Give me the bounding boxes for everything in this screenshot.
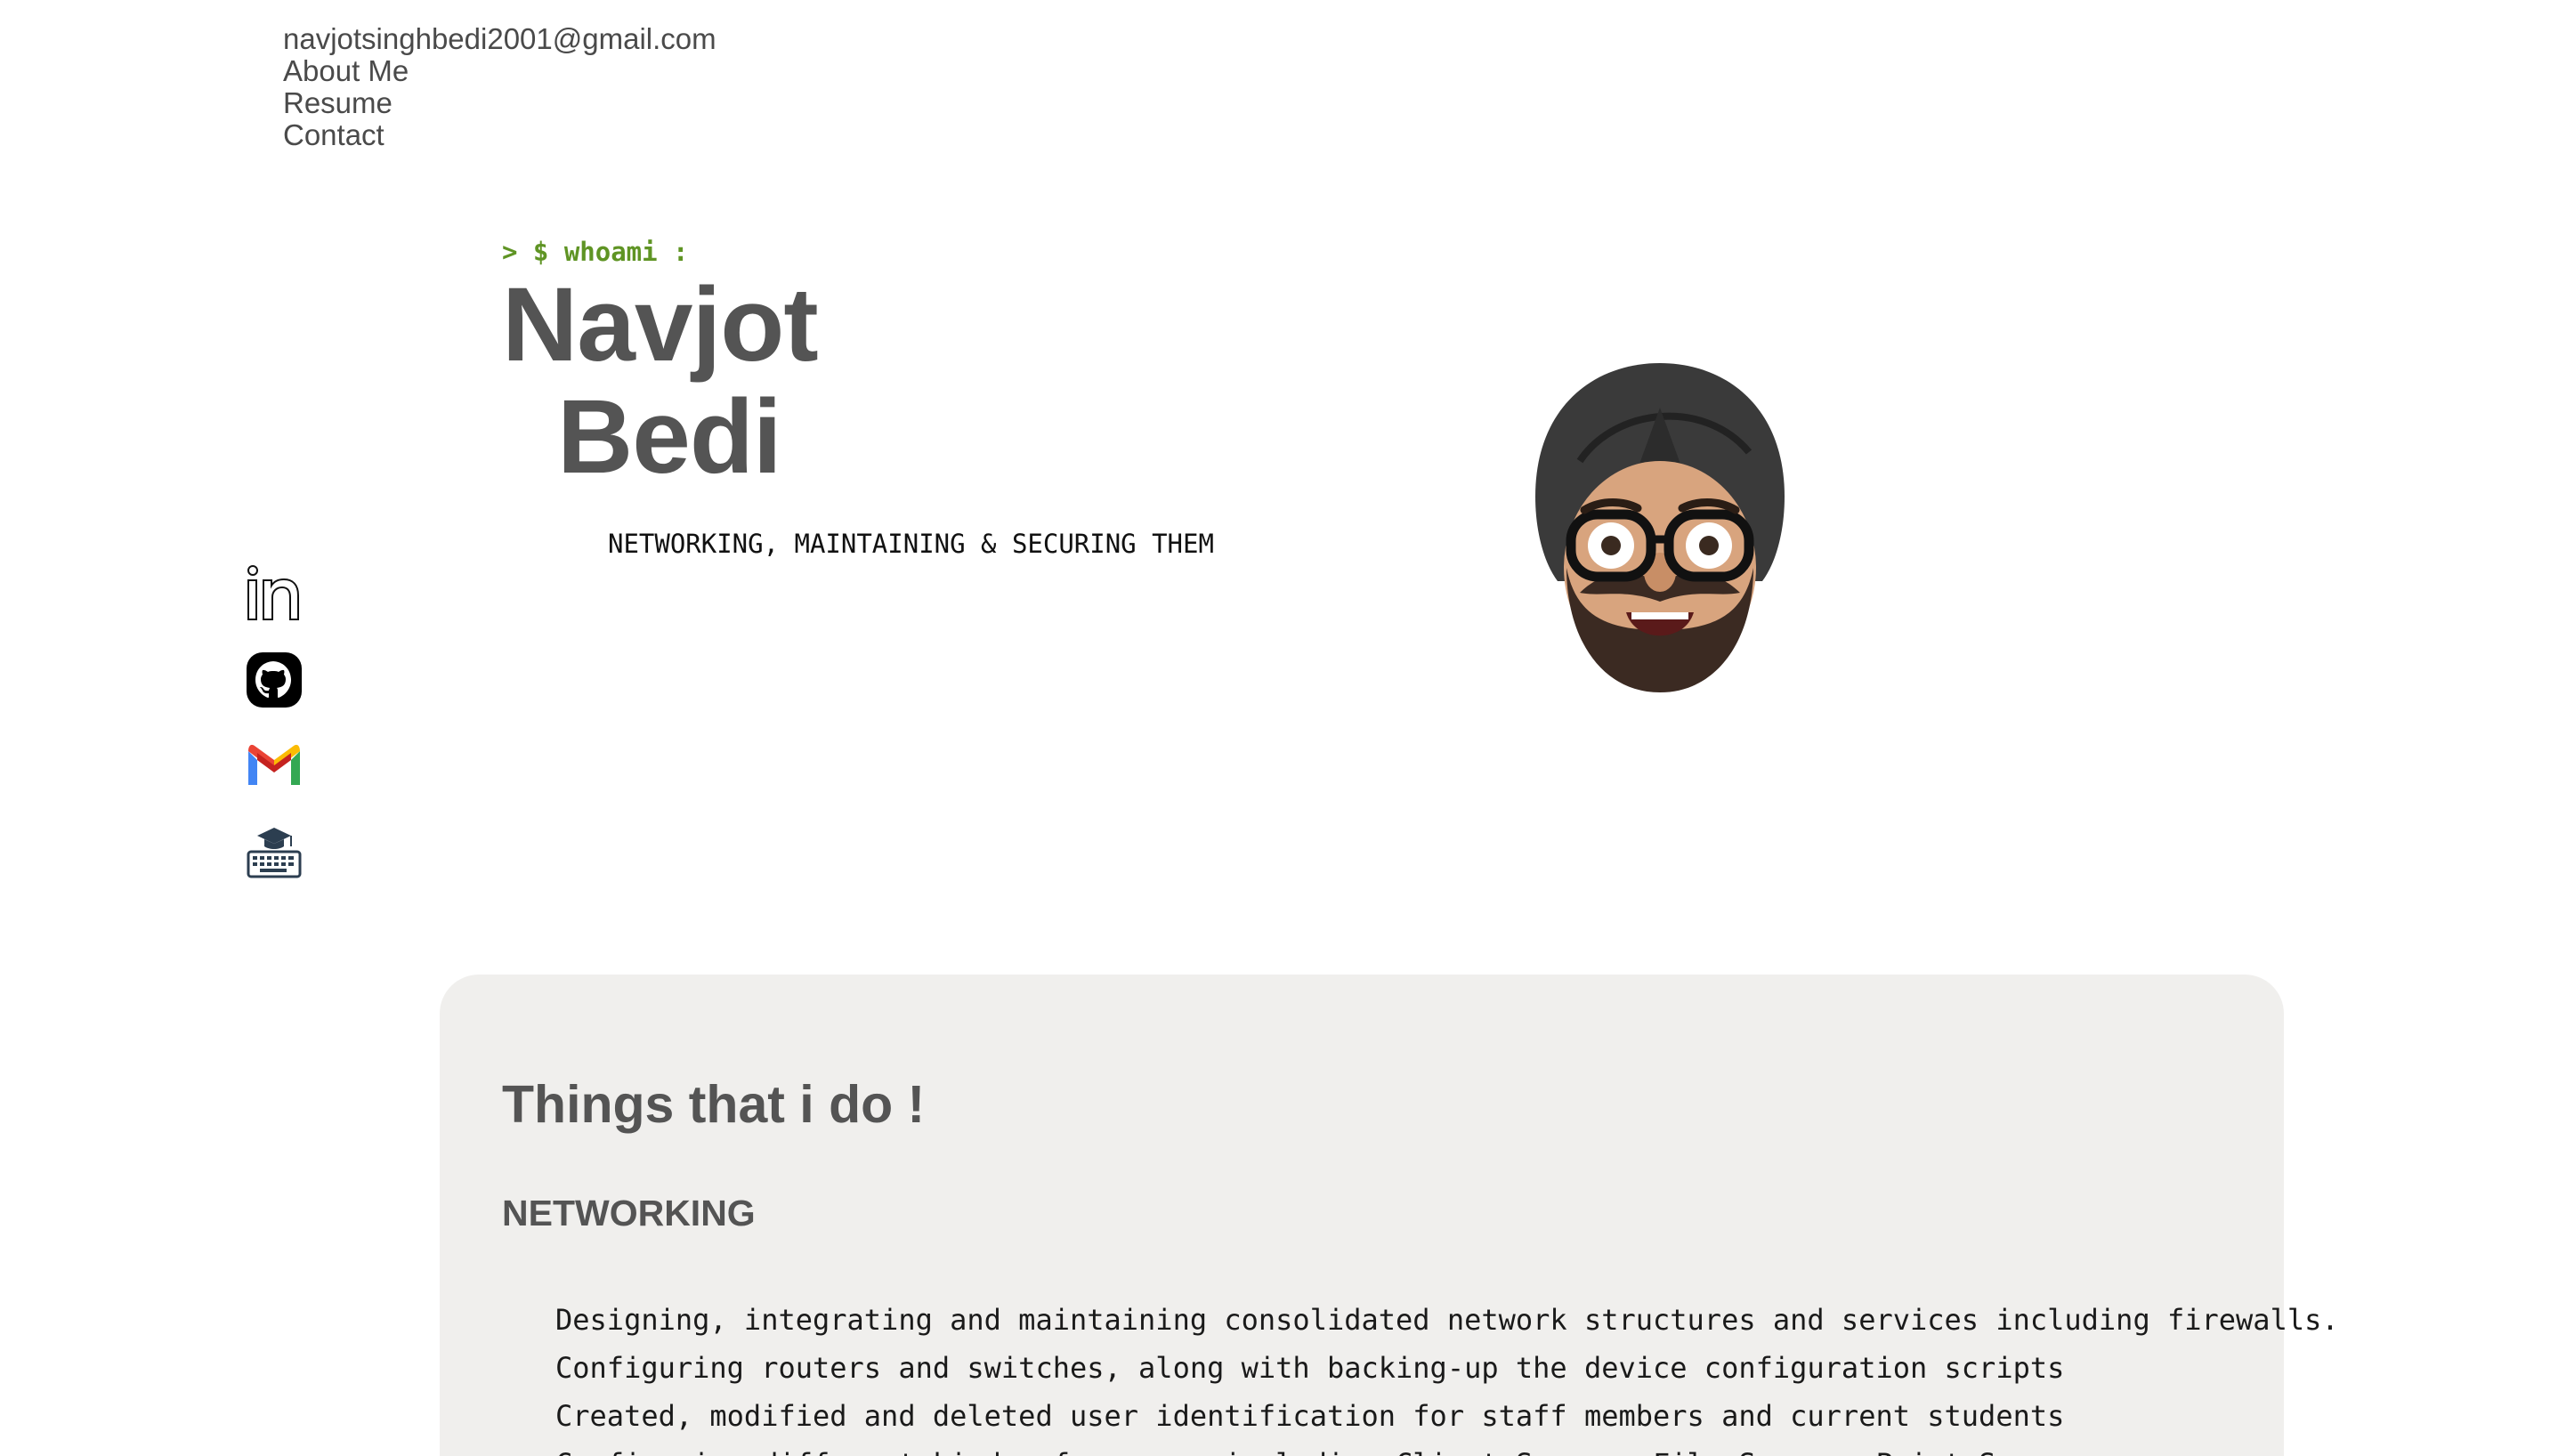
- duty-item: Designing, integrating and maintaining c…: [555, 1303, 2339, 1337]
- duty-item: Created, modified and deleted user ident…: [555, 1399, 2065, 1433]
- nav-resume-link[interactable]: Resume: [283, 87, 716, 119]
- memoji-avatar: [1535, 363, 1785, 692]
- things-title: Things that i do !: [502, 1075, 926, 1134]
- page: navjotsinghbedi2001@gmail.com About Me R…: [0, 0, 2558, 1456]
- duty-item: Configuring routers and switches, along …: [555, 1351, 2065, 1385]
- learning-link[interactable]: [245, 823, 304, 882]
- nav-email-link[interactable]: navjotsinghbedi2001@gmail.com: [283, 23, 716, 55]
- hero-last-name: Bedi: [557, 378, 782, 496]
- networking-duties: Designing, integrating and maintaining c…: [555, 1296, 2339, 1456]
- linkedin-icon: [247, 565, 299, 620]
- linkedin-link[interactable]: [245, 564, 304, 623]
- gmail-link[interactable]: [245, 737, 304, 796]
- nav-about-link[interactable]: About Me: [283, 55, 716, 87]
- github-link[interactable]: [245, 651, 304, 709]
- nav-contact-link[interactable]: Contact: [283, 119, 716, 151]
- terminal-prompt: > $ whoami :: [502, 237, 689, 267]
- networking-heading: NETWORKING: [502, 1193, 756, 1234]
- top-nav: navjotsinghbedi2001@gmail.com About Me R…: [283, 23, 716, 151]
- hero-tagline: NETWORKING, MAINTAINING & SECURING THEM: [608, 529, 1214, 559]
- gmail-icon: [248, 744, 300, 785]
- keyboard-graduation-icon: [247, 828, 302, 878]
- hero-first-name: Navjot: [502, 266, 819, 384]
- duty-item: Configuring different kinds of servers i…: [555, 1440, 2339, 1456]
- hero-name: Navjot Bedi: [502, 266, 819, 496]
- github-icon: [247, 652, 302, 708]
- social-links: [245, 564, 304, 910]
